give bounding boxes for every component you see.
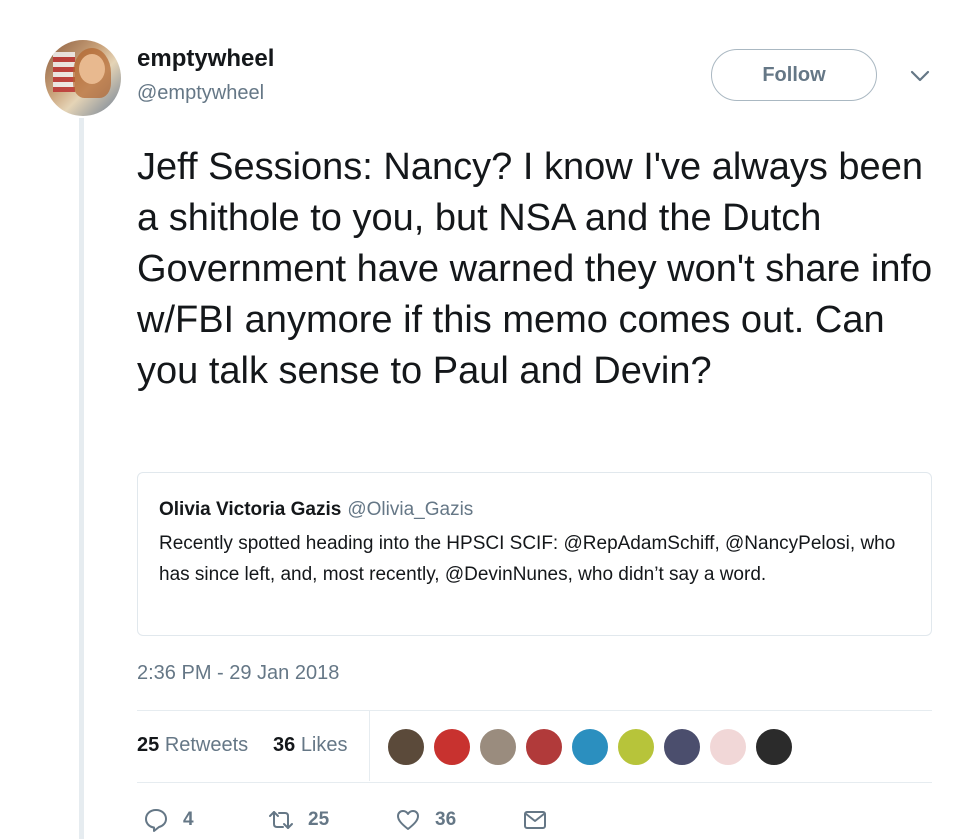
quoted-tweet-handle: @Olivia_Gazis xyxy=(347,499,474,520)
avatar-face xyxy=(79,54,105,84)
retweets-stat[interactable]: 25 Retweets xyxy=(137,734,248,757)
author-handle[interactable]: @emptywheel xyxy=(137,82,264,105)
liker-avatar[interactable] xyxy=(708,727,748,767)
retweet-icon xyxy=(269,811,293,829)
likes-count: 36 xyxy=(273,734,296,756)
retweets-count: 25 xyxy=(137,734,160,756)
tweet-text: Jeff Sessions: Nancy? I know I've always… xyxy=(137,146,933,392)
heart-icon xyxy=(397,810,419,830)
stats-separator xyxy=(369,711,370,781)
liker-avatar[interactable] xyxy=(570,727,610,767)
reply-count: 4 xyxy=(183,809,194,830)
reply-icon xyxy=(145,809,167,832)
liker-avatar[interactable] xyxy=(754,727,794,767)
like-count: 36 xyxy=(435,809,457,830)
author-avatar[interactable] xyxy=(45,40,121,116)
dm-action[interactable] xyxy=(522,806,562,834)
liker-avatar[interactable] xyxy=(524,727,564,767)
liker-avatar[interactable] xyxy=(432,727,472,767)
liker-avatar[interactable] xyxy=(616,727,656,767)
quoted-tweet-text: Recently spotted heading into the HPSCI … xyxy=(159,533,896,585)
follow-button[interactable]: Follow xyxy=(711,49,877,101)
likes-label: Likes xyxy=(300,734,348,756)
stats-top-divider xyxy=(137,710,932,711)
liker-avatar[interactable] xyxy=(662,727,702,767)
thread-line xyxy=(79,118,84,839)
retweet-action[interactable]: 25 xyxy=(268,806,329,834)
retweets-label: Retweets xyxy=(164,734,249,756)
like-action[interactable]: 36 xyxy=(395,806,456,834)
avatar-flag xyxy=(53,52,75,92)
envelope-icon xyxy=(524,811,546,829)
tweet-timestamp[interactable]: 2:36 PM - 29 Jan 2018 xyxy=(137,662,339,685)
chevron-down-icon[interactable] xyxy=(906,62,934,90)
stats-bottom-divider xyxy=(137,782,932,783)
quoted-tweet-header: Olivia Victoria Gazis @Olivia_Gazis xyxy=(159,499,473,521)
author-display-name[interactable]: emptywheel xyxy=(137,45,274,73)
reply-action[interactable]: 4 xyxy=(143,806,194,834)
liker-avatar[interactable] xyxy=(478,727,518,767)
likes-stat[interactable]: 36 Likes xyxy=(273,734,348,757)
liker-avatar[interactable] xyxy=(386,727,426,767)
retweet-count: 25 xyxy=(308,809,330,830)
quoted-tweet-name: Olivia Victoria Gazis xyxy=(159,499,342,520)
quoted-tweet[interactable]: Olivia Victoria Gazis @Olivia_Gazis Recen… xyxy=(137,472,932,636)
